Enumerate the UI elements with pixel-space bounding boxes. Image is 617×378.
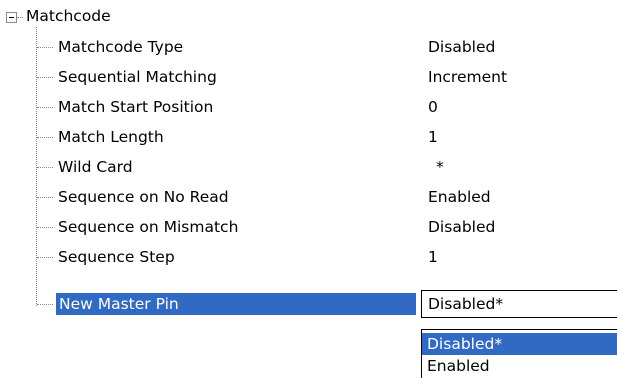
tree-item-matchcode-type[interactable]: Matchcode Type Disabled [0,36,617,58]
property-label: Match Start Position [58,98,214,116]
property-value[interactable]: 0 [428,96,438,118]
tree-connector [37,167,53,168]
property-label: Wild Card [58,158,133,176]
property-label: New Master Pin [56,293,416,315]
new-master-pin-combobox[interactable]: Disabled* [421,290,617,318]
property-value[interactable]: Enabled [428,186,491,208]
tree-connector [37,77,53,78]
tree-item-match-length[interactable]: Match Length 1 [0,126,617,148]
tree-connector [37,257,53,258]
tree-connector [37,137,53,138]
tree-root-matchcode[interactable]: Matchcode [26,5,111,27]
new-master-pin-dropdown-list[interactable]: Disabled* Enabled [421,329,617,378]
tree-item-sequence-on-no-read[interactable]: Sequence on No Read Enabled [0,186,617,208]
tree-connector [37,107,53,108]
dropdown-option-disabled[interactable]: Disabled* [422,333,617,355]
property-value[interactable]: 1 [428,126,438,148]
tree-item-sequential-matching[interactable]: Sequential Matching Increment [0,66,617,88]
tree-item-wild-card[interactable]: Wild Card * [0,156,617,178]
tree-connector [37,197,53,198]
property-value[interactable]: Disabled [428,36,495,58]
property-value[interactable]: 1 [428,246,438,268]
property-label: Sequence on No Read [58,188,229,206]
property-label: Matchcode Type [58,38,184,56]
tree-connector [17,17,23,18]
property-label: Sequence Step [58,248,175,266]
matchcode-tree: Matchcode Matchcode Type Disabled Sequen… [0,0,617,378]
tree-connector [37,47,53,48]
tree-connector [37,304,53,305]
property-value[interactable]: Increment [428,66,507,88]
tree-item-sequence-step[interactable]: Sequence Step 1 [0,246,617,268]
property-value[interactable]: Disabled [428,216,495,238]
property-value[interactable]: * [436,156,444,178]
property-label: Match Length [58,128,164,146]
dropdown-option-enabled[interactable]: Enabled [422,355,617,377]
tree-item-match-start-position[interactable]: Match Start Position 0 [0,96,617,118]
tree-connector [37,227,53,228]
property-label: Sequential Matching [58,68,217,86]
collapse-toggle-icon[interactable] [6,12,17,23]
property-label: Sequence on Mismatch [58,218,239,236]
tree-item-sequence-on-mismatch[interactable]: Sequence on Mismatch Disabled [0,216,617,238]
combobox-value: Disabled* [428,295,504,313]
